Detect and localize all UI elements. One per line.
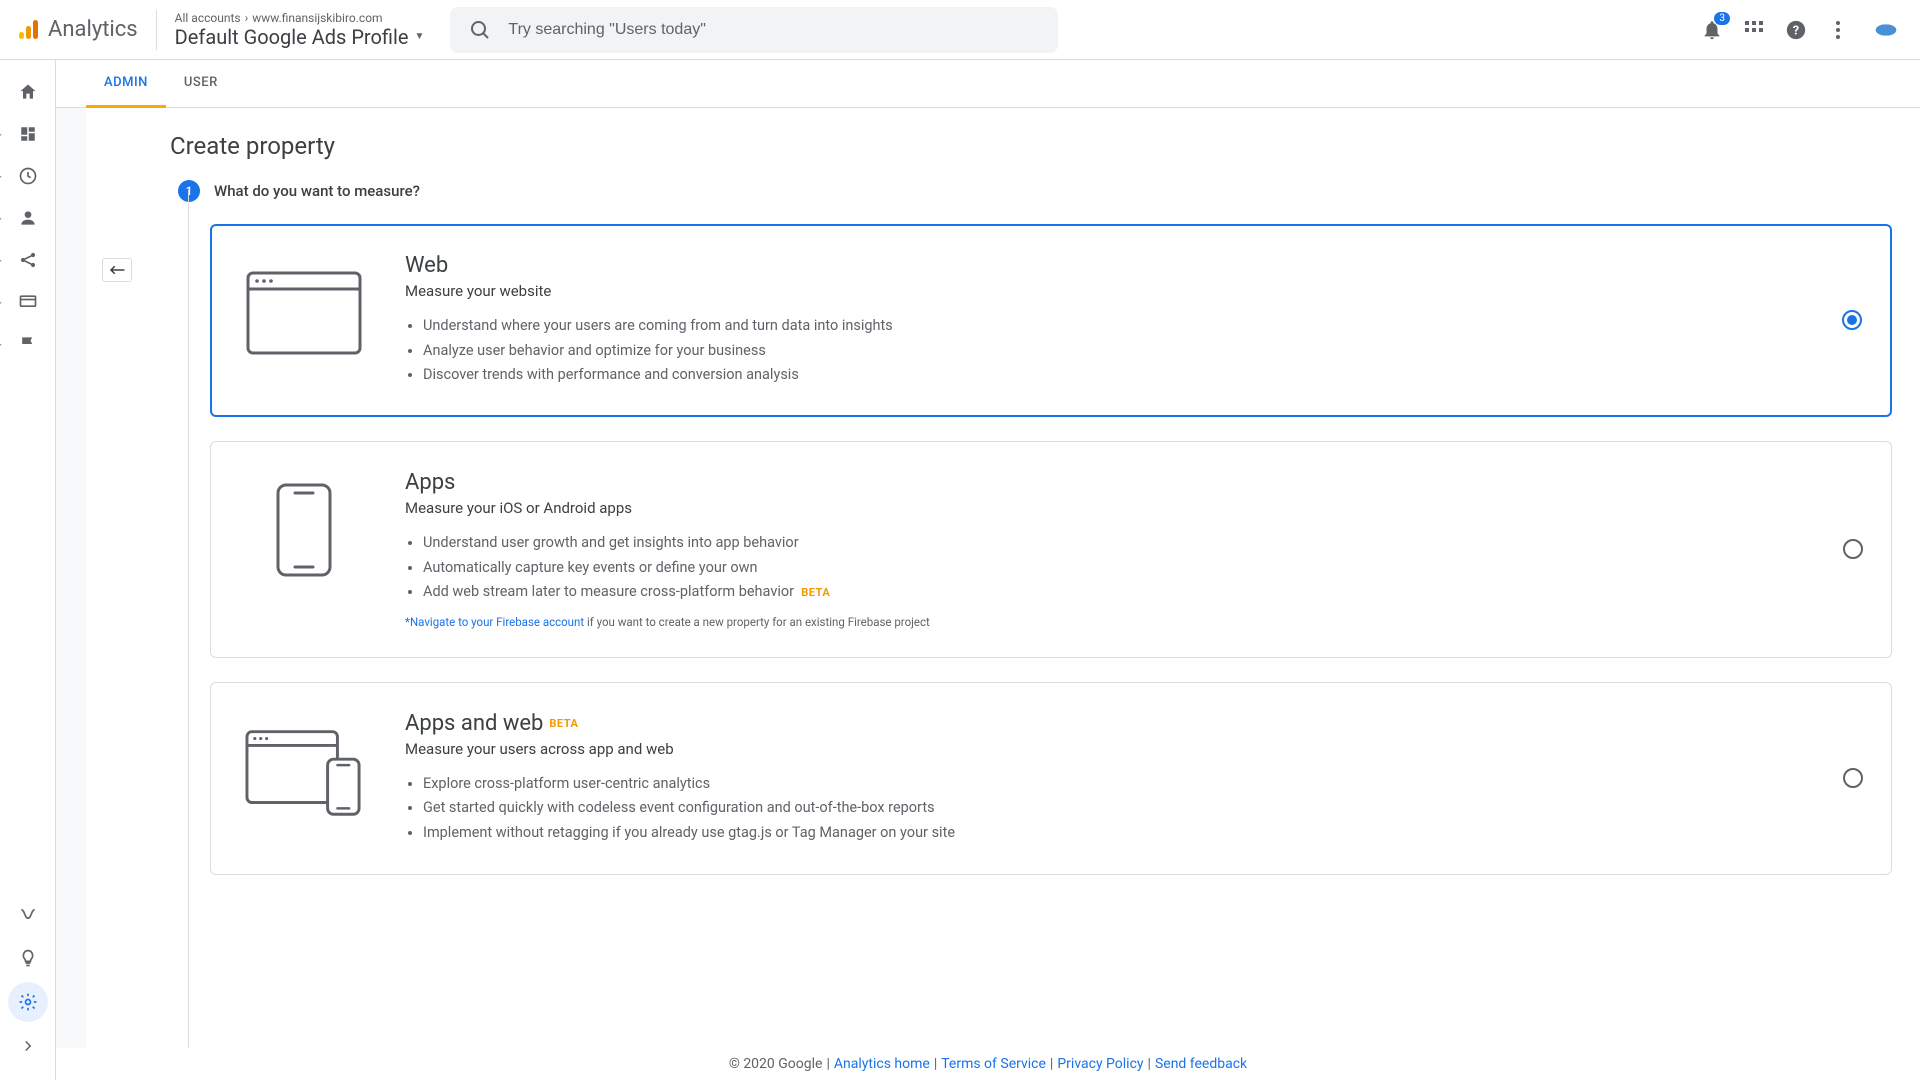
step-label: What do you want to measure? <box>214 182 420 200</box>
breadcrumb-all: All accounts <box>175 11 241 25</box>
nav-conversions[interactable] <box>8 324 48 364</box>
option-cards: Web Measure your website Understand wher… <box>86 224 1920 875</box>
tab-admin[interactable]: ADMIN <box>86 60 166 108</box>
help-icon: ? <box>1785 19 1807 41</box>
web-radio[interactable] <box>1842 310 1862 330</box>
both-beta: BETA <box>549 717 578 730</box>
path-icon <box>18 904 38 924</box>
person-icon <box>18 208 38 228</box>
notifications-button[interactable]: 3 <box>1700 18 1724 42</box>
search-box[interactable] <box>450 7 1058 53</box>
analytics-logo-icon <box>16 18 40 42</box>
both-radio[interactable] <box>1843 768 1863 788</box>
content: Create property 1 What do you want to me… <box>86 108 1920 1048</box>
breadcrumb-site: www.finansijskibiro.com <box>252 11 382 25</box>
apps-bullet-3: Add web stream later to measure cross-pl… <box>423 580 1857 605</box>
breadcrumb: All accounts › www.finansijskibiro.com <box>175 11 425 25</box>
help-button[interactable]: ? <box>1784 18 1808 42</box>
web-illustration <box>245 263 363 363</box>
apps-bullet-beta: BETA <box>801 586 830 599</box>
back-button[interactable] <box>102 258 132 282</box>
back-arrow-icon <box>108 263 126 277</box>
nav-behavior[interactable] <box>8 282 48 322</box>
apps-note: *Navigate to your Firebase account if yo… <box>405 615 1857 629</box>
footer-tos-link[interactable]: Terms of Service <box>941 1056 1046 1072</box>
web-title: Web <box>405 253 448 278</box>
step-header: 1 What do you want to measure? <box>86 180 1920 202</box>
apps-subtitle: Measure your iOS or Android apps <box>405 499 1857 517</box>
flag-icon <box>18 334 38 354</box>
footer-privacy-link[interactable]: Privacy Policy <box>1057 1056 1143 1072</box>
admin-tabs: ADMIN USER <box>56 60 1920 108</box>
nav-collapse[interactable] <box>8 1026 48 1066</box>
notif-count: 3 <box>1714 12 1730 25</box>
option-apps[interactable]: Apps Measure your iOS or Android apps Un… <box>210 441 1892 658</box>
chevron-right-icon <box>19 1037 37 1055</box>
web-bullet-3: Discover trends with performance and con… <box>423 363 1857 388</box>
nav-dashboards[interactable] <box>8 114 48 154</box>
dashboard-icon <box>19 125 37 143</box>
nav-admin[interactable] <box>8 982 48 1022</box>
more-button[interactable] <box>1826 18 1850 42</box>
apps-bullet-1: Understand user growth and get insights … <box>423 531 1857 556</box>
account-selector[interactable]: All accounts › www.finansijskibiro.com D… <box>157 11 443 49</box>
both-subtitle: Measure your users across app and web <box>405 740 1857 758</box>
footer-copyright: © 2020 Google <box>729 1056 823 1072</box>
profile-name: Default Google Ads Profile <box>175 25 409 49</box>
step-number: 1 <box>178 180 200 202</box>
apps-web-illustration <box>245 721 363 821</box>
web-bullet-1: Understand where your users are coming f… <box>423 314 1857 339</box>
footer: © 2020 Google | Analytics home | Terms o… <box>56 1048 1920 1080</box>
apps-button[interactable] <box>1742 18 1766 42</box>
left-sidebar <box>0 60 56 1080</box>
both-bullet-2: Get started quickly with codeless event … <box>423 796 1857 821</box>
footer-feedback-link[interactable]: Send feedback <box>1155 1056 1247 1072</box>
apps-illustration <box>245 480 363 580</box>
option-web[interactable]: Web Measure your website Understand wher… <box>210 224 1892 417</box>
search-icon <box>468 18 492 42</box>
web-subtitle: Measure your website <box>405 282 1857 300</box>
apps-title: Apps <box>405 470 455 495</box>
caret-down-icon: ▼ <box>414 31 424 42</box>
clock-icon <box>18 166 38 186</box>
nav-home[interactable] <box>8 72 48 112</box>
header-actions: 3 ? <box>1700 18 1904 42</box>
nav-acquisition[interactable] <box>8 240 48 280</box>
screen-icon <box>18 292 38 312</box>
option-apps-web[interactable]: Apps and web BETA Measure your users acr… <box>210 682 1892 875</box>
both-bullet-3: Implement without retagging if you alrea… <box>423 821 1857 846</box>
nav-discover[interactable] <box>8 938 48 978</box>
apps-bullet-2: Automatically capture key events or defi… <box>423 556 1857 581</box>
nav-attribution[interactable] <box>8 894 48 934</box>
svg-text:?: ? <box>1793 23 1799 38</box>
home-icon <box>18 82 38 102</box>
logo-section[interactable]: Analytics <box>16 10 157 50</box>
tab-user[interactable]: USER <box>166 60 236 108</box>
firebase-link[interactable]: *Navigate to your Firebase account <box>405 615 584 629</box>
search-input[interactable] <box>508 21 1040 39</box>
apps-grid-icon <box>1744 20 1764 40</box>
app-header: Analytics All accounts › www.finansijski… <box>0 0 1920 60</box>
main-area: ADMIN USER Create property 1 What do you… <box>56 60 1920 1080</box>
bulb-icon <box>18 948 38 968</box>
nav-audience[interactable] <box>8 198 48 238</box>
page-title: Create property <box>86 132 1920 180</box>
step-connector-line <box>188 190 189 1048</box>
share-icon <box>18 250 38 270</box>
web-bullet-2: Analyze user behavior and optimize for y… <box>423 339 1857 364</box>
more-vert-icon <box>1828 20 1848 40</box>
nav-realtime[interactable] <box>8 156 48 196</box>
both-title: Apps and web <box>405 711 543 736</box>
apps-radio[interactable] <box>1843 539 1863 559</box>
gear-icon <box>18 992 38 1012</box>
org-logo[interactable] <box>1868 20 1904 40</box>
chevron-right-icon: › <box>245 11 249 25</box>
footer-home-link[interactable]: Analytics home <box>834 1056 930 1072</box>
product-name: Analytics <box>48 17 138 42</box>
both-bullet-1: Explore cross-platform user-centric anal… <box>423 772 1857 797</box>
